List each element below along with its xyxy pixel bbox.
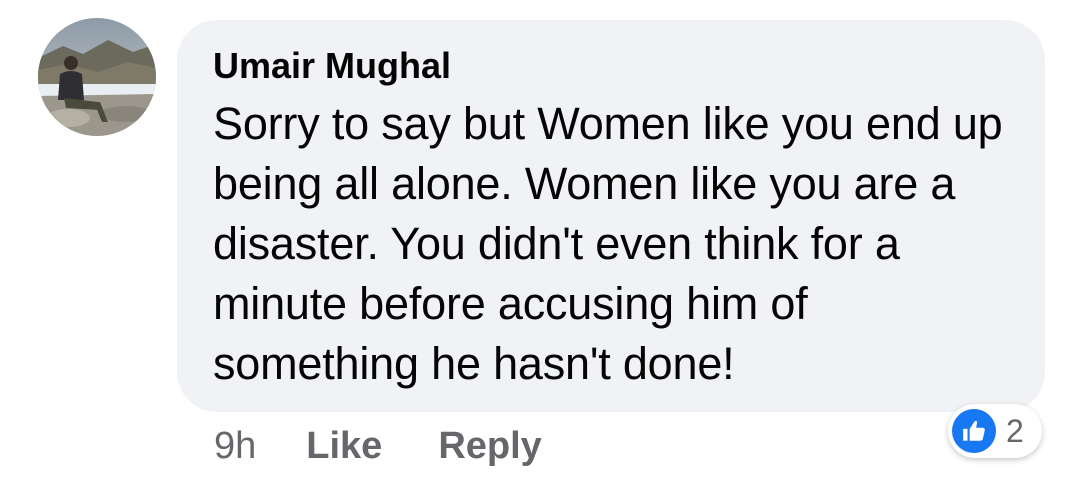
like-button[interactable]: Like (306, 425, 382, 468)
comment-container: Umair Mughal Sorry to say but Women like… (0, 0, 1080, 480)
reaction-summary[interactable]: 2 (948, 404, 1042, 458)
thumbs-up-icon (952, 409, 996, 453)
avatar-photo (38, 18, 156, 136)
comment-text: Sorry to say but Women like you end up b… (213, 98, 1003, 389)
reaction-count: 2 (1006, 412, 1024, 449)
comment-bubble: Umair Mughal Sorry to say but Women like… (177, 20, 1045, 412)
comment-actions: 9h Like Reply (214, 418, 598, 474)
avatar[interactable] (38, 18, 156, 136)
timestamp[interactable]: 9h (214, 425, 256, 468)
reply-button[interactable]: Reply (438, 425, 541, 468)
author-name[interactable]: Umair Mughal (213, 42, 1009, 90)
